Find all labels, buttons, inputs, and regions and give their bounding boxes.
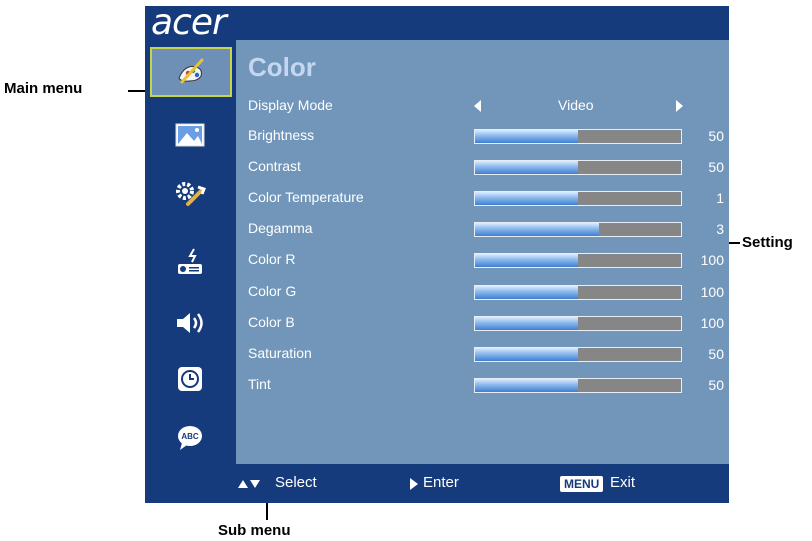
color-temperature-slider-fill bbox=[475, 192, 578, 206]
saturation-slider-fill bbox=[475, 347, 578, 361]
color-b-slider[interactable] bbox=[474, 315, 682, 331]
color-g-slider[interactable] bbox=[474, 284, 682, 300]
svg-text:ABC: ABC bbox=[181, 432, 199, 441]
display-mode-label: Display Mode bbox=[248, 97, 333, 113]
color-g-slider-fill bbox=[475, 285, 578, 299]
select-hint: Select bbox=[275, 474, 317, 491]
saturation-label: Saturation bbox=[248, 344, 312, 361]
acer-logo: acer bbox=[151, 2, 227, 43]
menu-title: Color bbox=[248, 52, 316, 82]
color-r-slider-fill bbox=[475, 254, 578, 268]
saturation-value: 50 bbox=[708, 345, 724, 362]
degamma-slider-fill bbox=[475, 223, 599, 237]
image-icon bbox=[175, 123, 205, 147]
brightness-label: Brightness bbox=[248, 127, 315, 143]
tint-value: 50 bbox=[708, 376, 724, 393]
tint-label: Tint bbox=[248, 375, 271, 392]
right-arrow-icon bbox=[410, 478, 418, 490]
color-icon bbox=[178, 58, 204, 84]
color-b-label: Color B bbox=[248, 313, 295, 330]
saturation-slider[interactable] bbox=[474, 346, 682, 362]
tint-slider[interactable] bbox=[474, 377, 682, 393]
sub-menu-callout: Sub menu bbox=[218, 522, 291, 539]
sidebar-item-color[interactable] bbox=[150, 47, 232, 97]
color-temperature-slider[interactable] bbox=[474, 191, 682, 207]
contrast-value: 50 bbox=[708, 159, 724, 176]
hint-bar: Select Enter MENU Exit bbox=[145, 464, 729, 503]
main-menu-callout: Main menu bbox=[4, 80, 83, 97]
contrast-slider[interactable] bbox=[474, 160, 682, 176]
enter-hint: Enter bbox=[423, 474, 459, 491]
color-b-slider-fill bbox=[475, 316, 578, 330]
main-menu-sidebar: ABC bbox=[145, 40, 236, 464]
menu-key-icon: MENU bbox=[560, 476, 604, 492]
color-r-slider[interactable] bbox=[474, 253, 682, 269]
brightness-slider[interactable] bbox=[474, 129, 682, 144]
settings-icon bbox=[176, 182, 206, 206]
contrast-slider-fill bbox=[475, 161, 578, 175]
color-r-value: 100 bbox=[700, 252, 724, 269]
degamma-value: 3 bbox=[716, 221, 724, 238]
sidebar-item-timer[interactable] bbox=[171, 362, 209, 396]
color-g-value: 100 bbox=[700, 283, 724, 300]
brightness-slider-fill bbox=[475, 130, 578, 143]
sidebar-item-language[interactable]: ABC bbox=[171, 421, 209, 455]
color-temperature-value: 1 bbox=[716, 190, 724, 207]
language-icon: ABC bbox=[178, 426, 202, 450]
exit-hint: Exit bbox=[610, 474, 636, 491]
degamma-slider[interactable] bbox=[474, 222, 682, 238]
sidebar-item-settings[interactable] bbox=[171, 178, 209, 212]
color-temperature-label: Color Temperature bbox=[248, 189, 364, 206]
brightness-value: 50 bbox=[708, 128, 724, 144]
color-g-label: Color G bbox=[248, 282, 297, 299]
display-mode-value[interactable]: Video bbox=[558, 97, 594, 113]
color-r-label: Color R bbox=[248, 251, 296, 268]
brand-bar: acer bbox=[145, 2, 729, 43]
contrast-label: Contrast bbox=[248, 158, 301, 175]
audio-icon bbox=[177, 313, 203, 333]
up-down-arrows-icon bbox=[238, 480, 260, 488]
tint-slider-fill bbox=[475, 378, 578, 392]
setting-callout: Setting bbox=[742, 234, 793, 251]
osd-menu-window: acer ABC Color Display Mode Video Bright… bbox=[145, 2, 729, 503]
degamma-label: Degamma bbox=[248, 220, 313, 237]
management-icon bbox=[178, 248, 202, 274]
color-b-value: 100 bbox=[700, 314, 724, 331]
sidebar-item-management[interactable] bbox=[171, 245, 209, 279]
timer-icon bbox=[178, 367, 202, 391]
sidebar-item-image[interactable] bbox=[171, 118, 209, 152]
sidebar-item-audio[interactable] bbox=[171, 306, 209, 340]
display-mode-prev-arrow[interactable] bbox=[474, 100, 481, 112]
display-mode-next-arrow[interactable] bbox=[676, 100, 683, 112]
